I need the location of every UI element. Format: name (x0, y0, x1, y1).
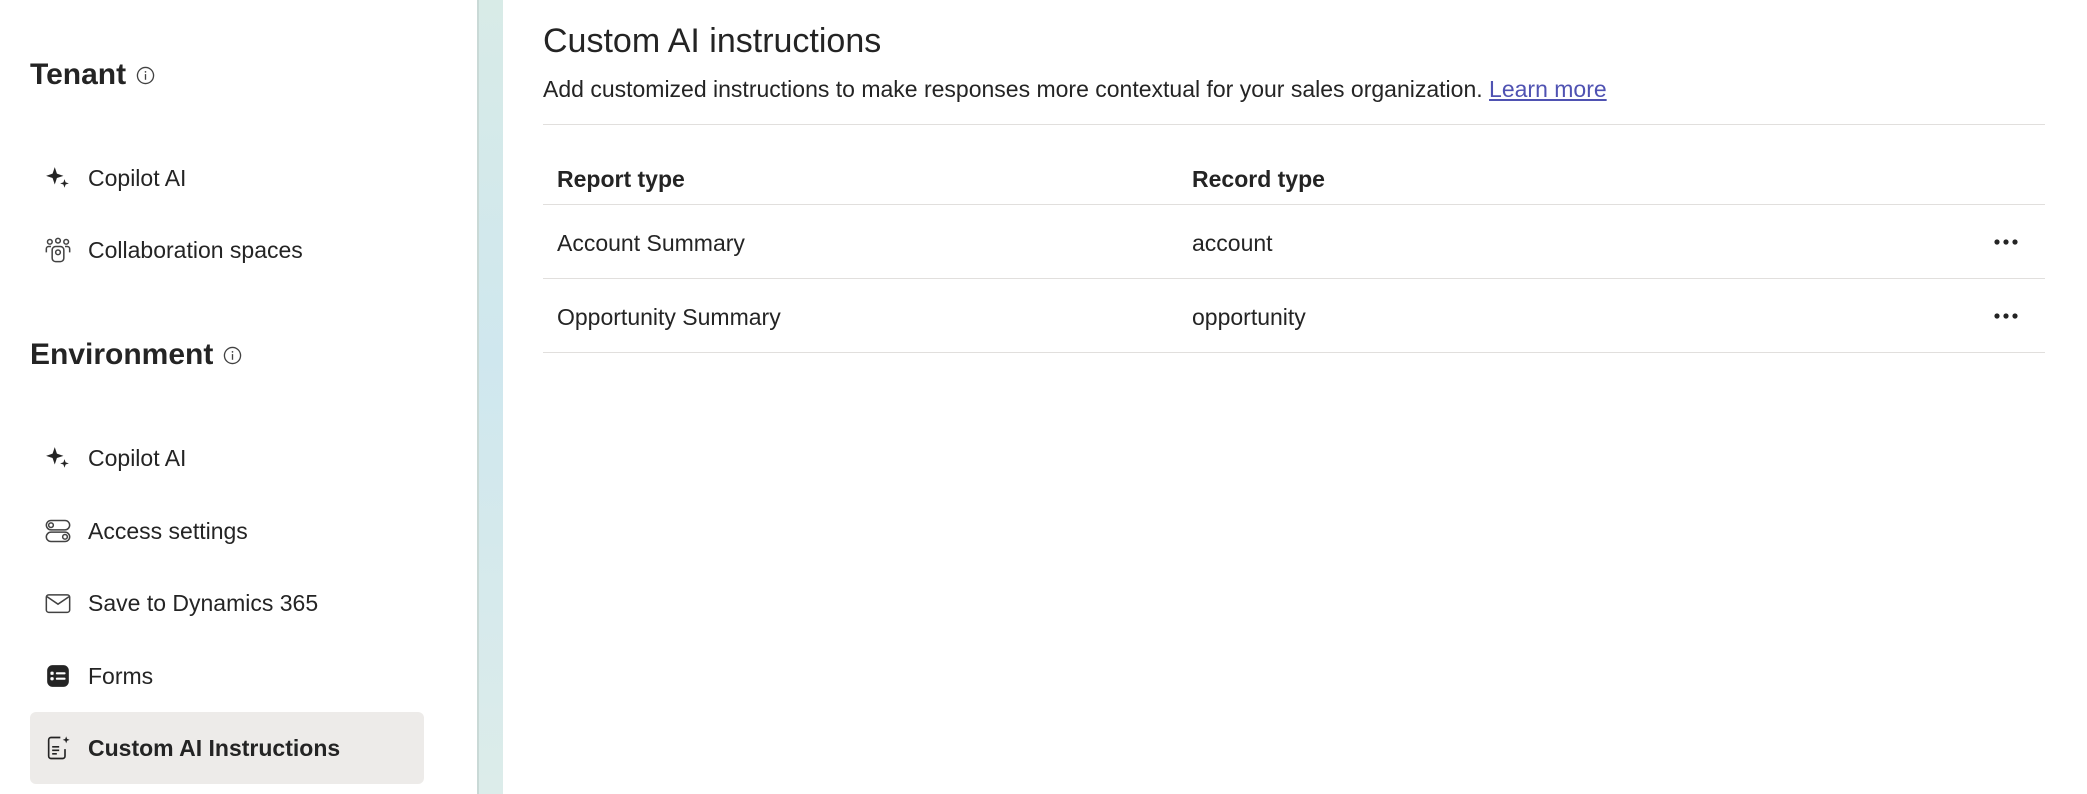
environment-section-title: Environment (30, 338, 242, 372)
sidebar: Tenant Copilot AI Collaboration spaces E… (0, 0, 477, 794)
page-title: Custom AI instructions (543, 22, 882, 60)
main-content: Custom AI instructions Add customized in… (503, 0, 2087, 794)
sidebar-item-save-to-dynamics[interactable]: Save to Dynamics 365 (30, 567, 424, 639)
panel-divider (477, 0, 503, 794)
learn-more-link[interactable]: Learn more (1489, 76, 1607, 102)
cell-record-type: opportunity (1192, 304, 1306, 330)
info-icon[interactable] (136, 66, 155, 85)
sidebar-item-label: Forms (88, 662, 154, 689)
sidebar-item-label: Copilot AI (88, 444, 187, 471)
sidebar-item-access-settings[interactable]: Access settings (30, 495, 424, 567)
sidebar-item-collaboration-spaces[interactable]: Collaboration spaces (30, 214, 424, 286)
form-icon (44, 662, 72, 690)
row-divider (543, 352, 2045, 353)
sparkle-icon (44, 164, 72, 192)
info-icon[interactable] (223, 346, 242, 365)
page-description: Add customized instructions to make resp… (543, 76, 1607, 102)
sidebar-item-custom-ai-instructions[interactable]: Custom AI Instructions (30, 712, 424, 784)
sidebar-item-environment-copilot-ai[interactable]: Copilot AI (30, 422, 424, 494)
cell-report-type: Opportunity Summary (557, 304, 781, 330)
sidebar-item-label: Save to Dynamics 365 (88, 589, 319, 616)
sidebar-item-label: Access settings (88, 517, 248, 544)
table-row[interactable]: Account Summary account (543, 205, 2045, 278)
sparkle-icon (44, 444, 72, 472)
tenant-section-title: Tenant (30, 58, 155, 92)
mail-icon (44, 589, 72, 617)
sidebar-item-label: Collaboration spaces (88, 236, 303, 263)
people-team-icon (44, 236, 72, 264)
sidebar-item-tenant-copilot-ai[interactable]: Copilot AI (30, 142, 424, 214)
more-options-icon[interactable] (1989, 225, 2023, 259)
column-header-report-type[interactable]: Report type (557, 166, 685, 193)
sidebar-item-label: Custom AI Instructions (88, 734, 341, 761)
more-options-icon[interactable] (1989, 299, 2023, 333)
header-divider (543, 124, 2045, 125)
cell-report-type: Account Summary (557, 230, 745, 256)
table-row[interactable]: Opportunity Summary opportunity (543, 279, 2045, 352)
sidebar-item-label: Copilot AI (88, 164, 187, 191)
column-header-record-type[interactable]: Record type (1192, 166, 1325, 193)
cell-record-type: account (1192, 230, 1273, 256)
document-sparkle-icon (44, 734, 72, 762)
toggle-settings-icon (44, 517, 72, 545)
sidebar-item-forms[interactable]: Forms (30, 640, 424, 712)
